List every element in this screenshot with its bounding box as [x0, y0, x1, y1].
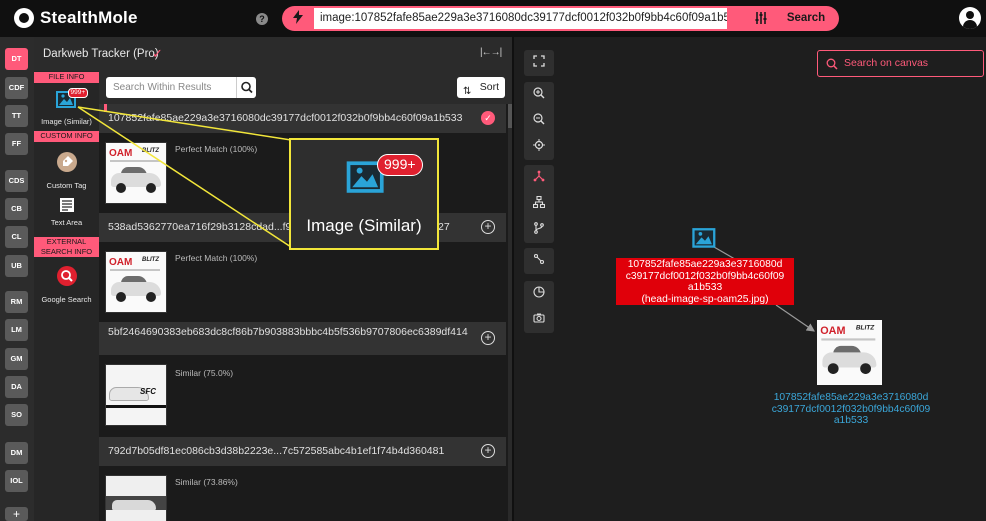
source-node-label-line: c39177dcf0012f032b0f9bb4c60f09 — [625, 270, 785, 282]
graph-edge — [775, 304, 815, 332]
source-node-label-line: (head-image-sp-oam25.jpg) — [641, 293, 769, 305]
target-node-label-line: 107852fafe85ae229a3e3716080d — [773, 392, 929, 403]
thumb-brand: BLITZ — [855, 325, 875, 332]
source-node-label-line: a1b533 — [687, 282, 723, 293]
target-node-thumbnail[interactable]: OAM BLITZ — [817, 320, 882, 385]
image-icon — [692, 228, 716, 248]
thumb-title: OAM — [820, 325, 846, 338]
source-node-label-line: 107852fafe85ae229a3e3716080d — [627, 259, 783, 270]
target-node-label-line: c39177dcf0012f032b0f9bb4c60f09 — [771, 403, 931, 415]
source-node-label[interactable]: 107852fafe85ae229a3e3716080d c39177dcf00… — [616, 258, 794, 305]
target-node-label-line: a1b533 — [833, 415, 869, 426]
source-node[interactable] — [690, 225, 720, 257]
graph-edges — [713, 246, 815, 332]
target-node-label[interactable]: 107852fafe85ae229a3e3716080d c39177dcf00… — [761, 392, 941, 427]
